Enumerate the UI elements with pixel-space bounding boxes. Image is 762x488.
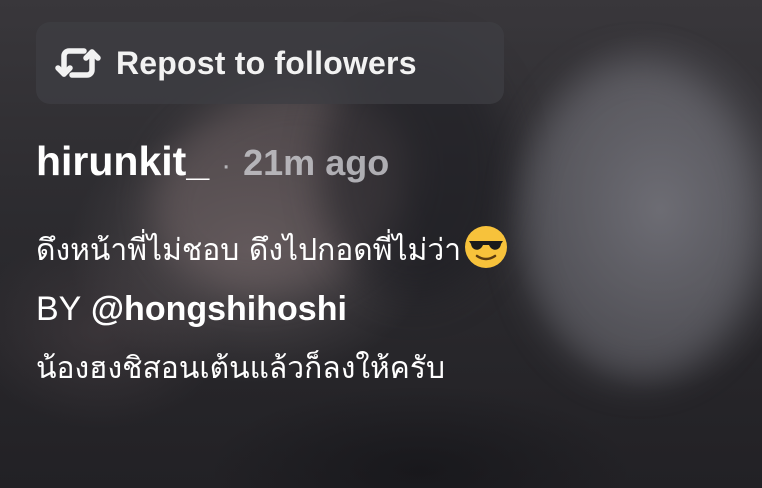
caption-line-1: ดึงหน้าพี่ไม่ชอบ ดึงไปกอดพี่ไม่ว่า <box>36 222 736 280</box>
caption-text: ดึงหน้าพี่ไม่ชอบ ดึงไปกอดพี่ไม่ว่า <box>36 233 462 268</box>
post-caption: ดึงหน้าพี่ไม่ชอบ ดึงไปกอดพี่ไม่ว่า BY @h… <box>36 222 736 398</box>
caption-line-3: น้องฮงชิสอนเต้นแล้วก็ลงให้ครับ <box>36 351 445 386</box>
meta-separator: · <box>221 149 232 182</box>
repost-button[interactable]: Repost to followers <box>36 22 504 104</box>
mention-link[interactable]: @hongshihoshi <box>91 290 347 328</box>
username-link[interactable]: hirunkit_ <box>36 138 209 185</box>
caption-line-2: BY @hongshihoshi <box>36 280 736 340</box>
repost-icon <box>54 42 102 84</box>
post-timestamp: 21m ago <box>243 142 390 183</box>
by-label: BY <box>36 290 82 328</box>
sunglasses-emoji-icon <box>463 224 509 270</box>
repost-label: Repost to followers <box>116 44 417 81</box>
post-meta: hirunkit_ · 21m ago <box>36 138 389 185</box>
